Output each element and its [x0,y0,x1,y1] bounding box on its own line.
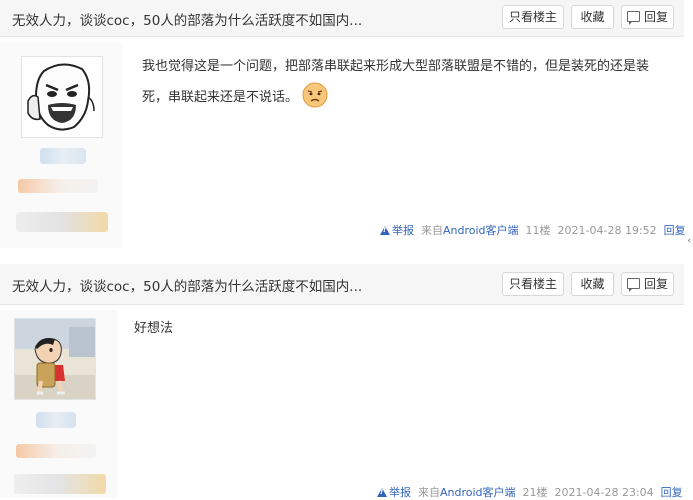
reply-label: 回复 [643,277,668,291]
username-blurred [40,148,86,164]
only-op-label: 只看楼主 [508,10,557,24]
reply-button[interactable]: 回复 [621,5,674,29]
post-section: 无效人力，谈谈coc，50人的部落为什么活跃度不如国内... 只看楼主 收藏 回… [0,0,693,248]
comment-icon [626,11,640,25]
source-label: 来自Android客户端 [421,222,519,238]
frown-emoji-icon [302,82,328,108]
post-content: 好想法 [134,314,634,344]
post-time: 2021-04-28 19:52 [557,224,657,237]
reply-button[interactable]: 回复 [621,272,674,296]
floor-number: 11楼 [525,224,551,237]
favorite-label: 收藏 [580,277,605,291]
post-content-line: 我也觉得这是一个问题，把部落串联起来形成大型部落联盟是不错的，但是装死的还是装 [142,59,650,74]
android-client-link[interactable]: Android客户端 [443,222,519,238]
favorite-button[interactable]: 收藏 [571,272,614,296]
author-sidebar [0,42,122,248]
only-op-button[interactable]: 只看楼主 [502,272,564,296]
favorite-button[interactable]: 收藏 [571,5,614,29]
thread-header: 无效人力，谈谈coc，50人的部落为什么活跃度不如国内... 只看楼主 收藏 回… [0,264,684,305]
user-level-blurred [16,444,96,458]
avatar[interactable] [14,318,96,400]
reply-label: 回复 [643,10,668,24]
comment-icon [626,278,640,292]
post-content-line: 死，串联起来还是不说话。 [142,82,652,113]
author-sidebar [0,310,118,498]
warning-icon [377,488,387,497]
user-level-blurred [18,179,98,193]
post-meta: 举报来自Android客户端 11楼 2021-04-28 19:52 回复 [380,222,686,238]
user-badge-blurred [14,474,106,494]
warning-icon [380,226,390,235]
post-section: 无效人力，谈谈coc，50人的部落为什么活跃度不如国内... 只看楼主 收藏 回… [0,264,693,499]
rage-face-icon [22,57,102,137]
only-op-button[interactable]: 只看楼主 [502,5,564,29]
thread-title: 无效人力，谈谈coc，50人的部落为什么活跃度不如国内... [12,13,363,29]
post-content-line: 好想法 [134,321,174,336]
crayon-shin-chan-icon [15,319,95,399]
thread-header: 无效人力，谈谈coc，50人的部落为什么活跃度不如国内... 只看楼主 收藏 回… [0,0,684,37]
user-badge-blurred [16,212,108,232]
favorite-label: 收藏 [580,10,605,24]
thread-title: 无效人力，谈谈coc，50人的部落为什么活跃度不如国内... [12,279,363,295]
only-op-label: 只看楼主 [508,277,557,291]
avatar[interactable] [21,56,103,138]
reply-link[interactable]: 回复 [664,222,686,238]
username-blurred [36,412,76,428]
report-link[interactable]: 举报 [380,222,414,238]
scroll-arrow-icon[interactable]: ‹ [687,236,691,246]
post-content: 我也觉得这是一个问题，把部落串联起来形成大型部落联盟是不错的，但是装死的还是装 … [142,52,652,113]
post-time: 2021-04-28 23:04 [554,486,654,499]
